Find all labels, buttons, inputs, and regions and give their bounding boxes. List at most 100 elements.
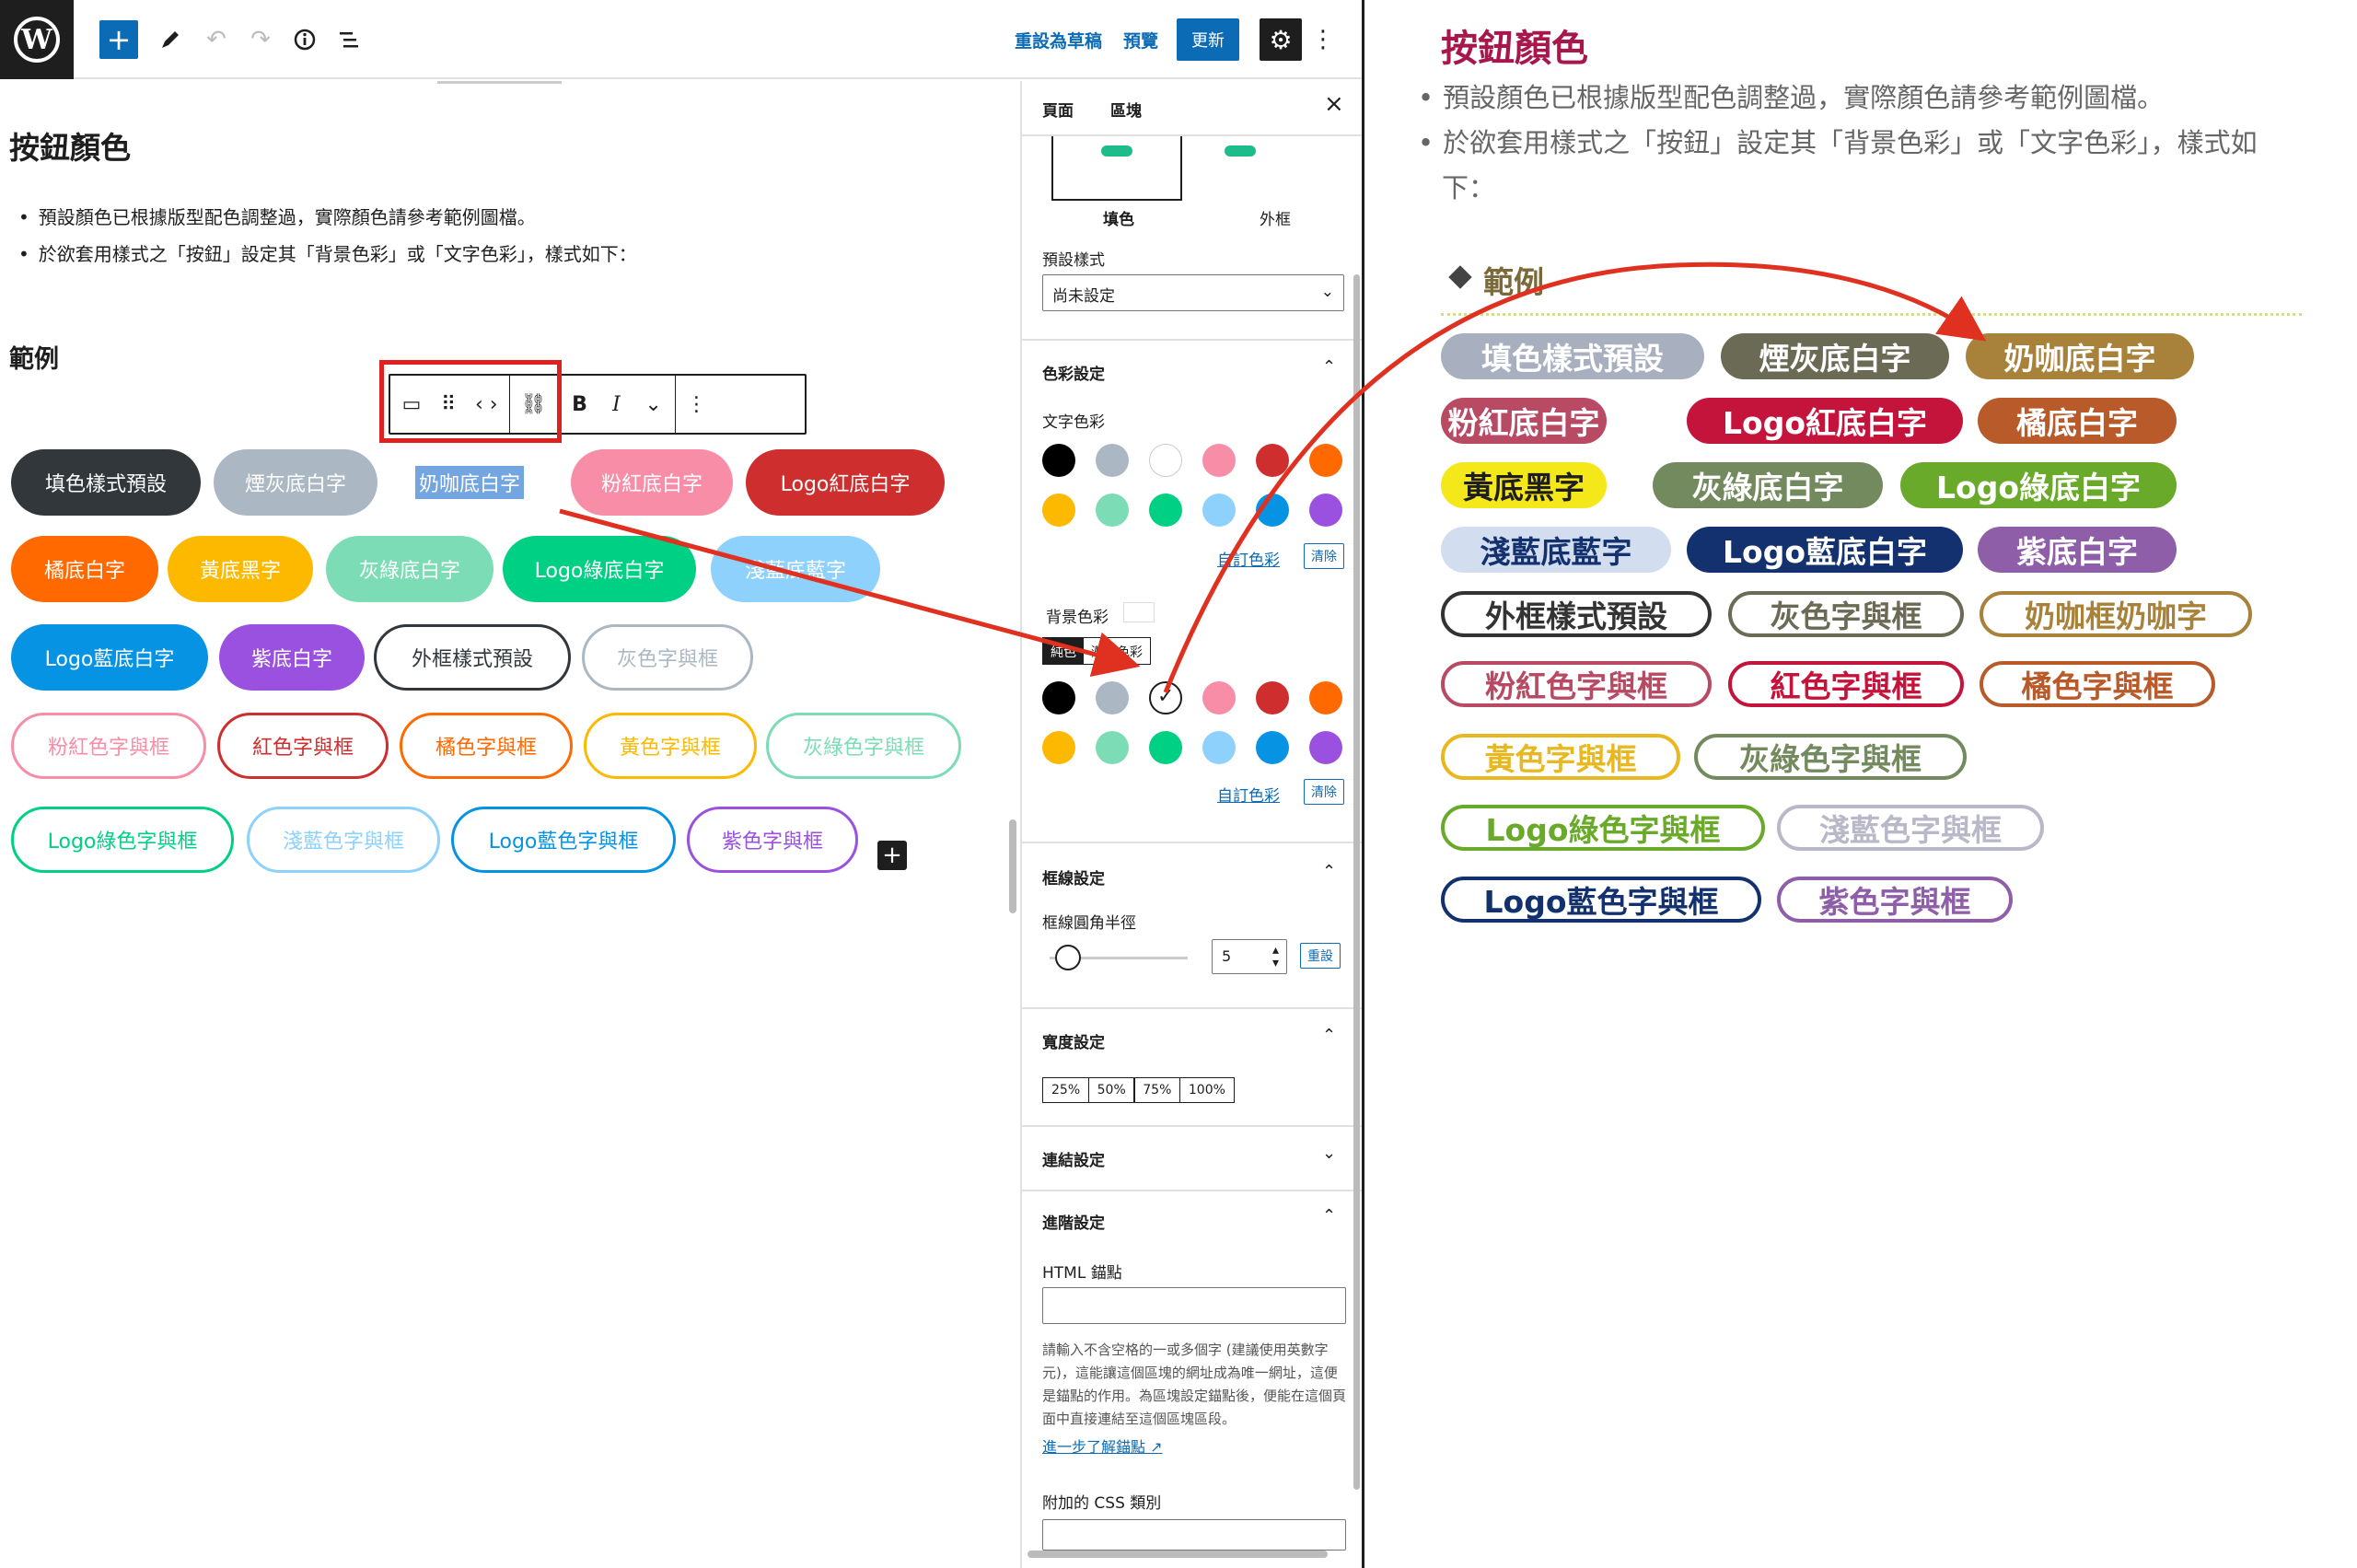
details-button[interactable] xyxy=(285,20,324,59)
preview-button[interactable]: Logo綠色字與框 xyxy=(1441,805,1765,851)
preview-button[interactable]: 紫色字與框 xyxy=(1777,877,2013,923)
preview-button[interactable]: 填色樣式預設 xyxy=(1441,333,1704,379)
preview-button[interactable]: 奶咖框奶咖字 xyxy=(1980,591,2252,637)
block-button[interactable]: 填色樣式預設 xyxy=(11,449,201,516)
extra-css-input[interactable] xyxy=(1042,1519,1346,1551)
style-fill-option[interactable] xyxy=(1051,136,1182,201)
block-button[interactable]: 紫色字與框 xyxy=(687,807,858,873)
color-swatch[interactable] xyxy=(1042,444,1075,477)
block-button[interactable]: 外框樣式預設 xyxy=(374,624,571,691)
block-button[interactable]: 灰色字與框 xyxy=(582,624,753,691)
color-swatch[interactable] xyxy=(1096,731,1129,764)
block-button[interactable]: 灰綠色字與框 xyxy=(766,713,961,779)
sidebar-horizontal-scrollbar[interactable] xyxy=(1028,1551,1328,1558)
color-swatch[interactable] xyxy=(1042,681,1075,714)
color-swatch[interactable]: ✓ xyxy=(1149,681,1182,714)
color-swatch[interactable] xyxy=(1149,444,1182,477)
link-settings-heading[interactable]: 連結設定 xyxy=(1042,1147,1105,1170)
preview-button[interactable]: 黃底黑字 xyxy=(1441,462,1607,508)
color-swatch[interactable] xyxy=(1256,494,1289,527)
block-button[interactable]: 奶咖底白字 xyxy=(385,449,554,516)
color-swatch[interactable] xyxy=(1309,681,1342,714)
color-swatch[interactable] xyxy=(1042,494,1075,527)
example-heading[interactable]: 範例 xyxy=(9,339,59,375)
preview-button[interactable]: 粉紅底白字 xyxy=(1441,398,1607,444)
preview-button[interactable]: 黃色字與框 xyxy=(1441,734,1680,780)
custom-color-link[interactable]: 自訂色彩 xyxy=(1217,783,1280,806)
canvas-scrollbar[interactable] xyxy=(1009,819,1016,913)
block-button[interactable]: 煙灰底白字 xyxy=(214,449,377,516)
color-swatch[interactable] xyxy=(1149,494,1182,527)
color-swatch[interactable] xyxy=(1202,494,1236,527)
border-radius-slider-handle[interactable] xyxy=(1055,945,1081,970)
color-swatch[interactable] xyxy=(1202,444,1236,477)
width-25-button[interactable]: 25% xyxy=(1042,1077,1090,1103)
block-button[interactable]: 粉紅色字與框 xyxy=(11,713,206,779)
style-preview-pill[interactable] xyxy=(1225,145,1256,157)
preview-button[interactable]: Logo藍底白字 xyxy=(1687,527,1963,573)
gradient-color-tab[interactable]: 漸層色彩 xyxy=(1084,638,1150,664)
chevron-down-icon[interactable]: ⌄ xyxy=(1322,1144,1336,1163)
style-outline-label[interactable]: 外框 xyxy=(1260,206,1291,229)
block-button[interactable]: Logo綠底白字 xyxy=(503,536,696,602)
color-swatch[interactable] xyxy=(1309,494,1342,527)
preset-style-select[interactable]: 尚未設定 ⌄ xyxy=(1042,274,1344,311)
block-button[interactable]: 淺藍底藍字 xyxy=(711,536,880,602)
options-button[interactable]: ⋮ xyxy=(1304,20,1342,59)
wordpress-logo-button[interactable]: W xyxy=(0,0,74,79)
block-button[interactable]: 黃色字與框 xyxy=(584,713,757,779)
reset-radius-button[interactable]: 重設 xyxy=(1300,943,1341,969)
tab-block[interactable]: 區塊 xyxy=(1105,98,1147,140)
block-button[interactable]: 橘色字與框 xyxy=(400,713,573,779)
italic-button[interactable]: I xyxy=(607,393,627,416)
chevron-up-icon[interactable]: ⌃ xyxy=(1322,1206,1336,1225)
preview-button[interactable]: Logo藍色字與框 xyxy=(1441,877,1761,923)
section-heading[interactable]: 按鈕顏色 xyxy=(9,123,131,168)
border-radius-input[interactable]: 5 ▴ ▾ xyxy=(1212,939,1287,974)
bold-button[interactable]: B xyxy=(570,393,590,416)
color-swatch[interactable] xyxy=(1256,444,1289,477)
width-50-button[interactable]: 50% xyxy=(1087,1077,1135,1103)
preview-button[interactable]: 紫底白字 xyxy=(1978,527,2177,573)
redo-button[interactable]: ↷ xyxy=(241,20,280,59)
clear-bg-color-button[interactable]: 清除 xyxy=(1304,779,1344,805)
preview-button[interactable]: 紅色字與框 xyxy=(1728,661,1964,707)
color-swatch[interactable] xyxy=(1309,731,1342,764)
switch-to-draft-link[interactable]: 重設為草稿 xyxy=(1015,28,1102,52)
preview-button[interactable]: 橘色字與框 xyxy=(1980,661,2215,707)
undo-button[interactable]: ↶ xyxy=(197,20,236,59)
color-swatch[interactable] xyxy=(1096,444,1129,477)
block-button[interactable]: 黃底黑字 xyxy=(168,536,313,602)
color-settings-heading[interactable]: 色彩設定 xyxy=(1042,361,1105,384)
clear-text-color-button[interactable]: 清除 xyxy=(1304,543,1344,569)
block-button[interactable]: Logo藍底白字 xyxy=(11,624,208,691)
tab-page[interactable]: 頁面 xyxy=(1042,98,1074,121)
chevron-up-icon[interactable]: ⌃ xyxy=(1322,1026,1336,1045)
color-swatch[interactable] xyxy=(1309,444,1342,477)
color-swatch[interactable] xyxy=(1042,731,1075,764)
preview-link[interactable]: 預覽 xyxy=(1123,28,1158,52)
block-button[interactable]: 紅色字與框 xyxy=(217,713,389,779)
update-button[interactable]: 更新 xyxy=(1177,18,1239,61)
color-swatch[interactable] xyxy=(1096,681,1129,714)
description-list[interactable]: 預設顏色已根據版型配色調整過，實際顏色請參考範例圖檔。 於欲套用樣式之「按鈕」設… xyxy=(18,199,637,273)
stepper-icon[interactable]: ▴ ▾ xyxy=(1272,944,1279,970)
border-settings-heading[interactable]: 框線設定 xyxy=(1042,865,1105,889)
block-button[interactable]: 紫底白字 xyxy=(219,624,365,691)
preview-button[interactable]: 奶咖底白字 xyxy=(1966,333,2194,379)
chevron-up-icon[interactable]: ⌃ xyxy=(1322,862,1336,881)
sidebar-scrollbar[interactable] xyxy=(1353,274,1360,1490)
preview-button[interactable]: 粉紅色字與框 xyxy=(1441,661,1712,707)
block-button[interactable]: Logo綠色字與框 xyxy=(11,807,234,873)
preview-button[interactable]: 外框樣式預設 xyxy=(1441,591,1712,637)
advanced-settings-heading[interactable]: 進階設定 xyxy=(1042,1210,1105,1233)
width-settings-heading[interactable]: 寬度設定 xyxy=(1042,1029,1105,1052)
add-block-button[interactable]: + xyxy=(99,20,138,59)
block-button[interactable]: Logo藍色字與框 xyxy=(451,807,676,873)
block-button[interactable]: 粉紅底白字 xyxy=(571,449,733,516)
preview-button[interactable]: 灰綠色字與框 xyxy=(1694,734,1967,780)
preview-button[interactable]: Logo紅底白字 xyxy=(1687,398,1963,444)
chevron-down-icon[interactable]: ⌄ xyxy=(644,393,664,416)
more-vertical-icon[interactable]: ⋮ xyxy=(687,393,707,416)
preview-button[interactable]: 橘底白字 xyxy=(1978,398,2177,444)
